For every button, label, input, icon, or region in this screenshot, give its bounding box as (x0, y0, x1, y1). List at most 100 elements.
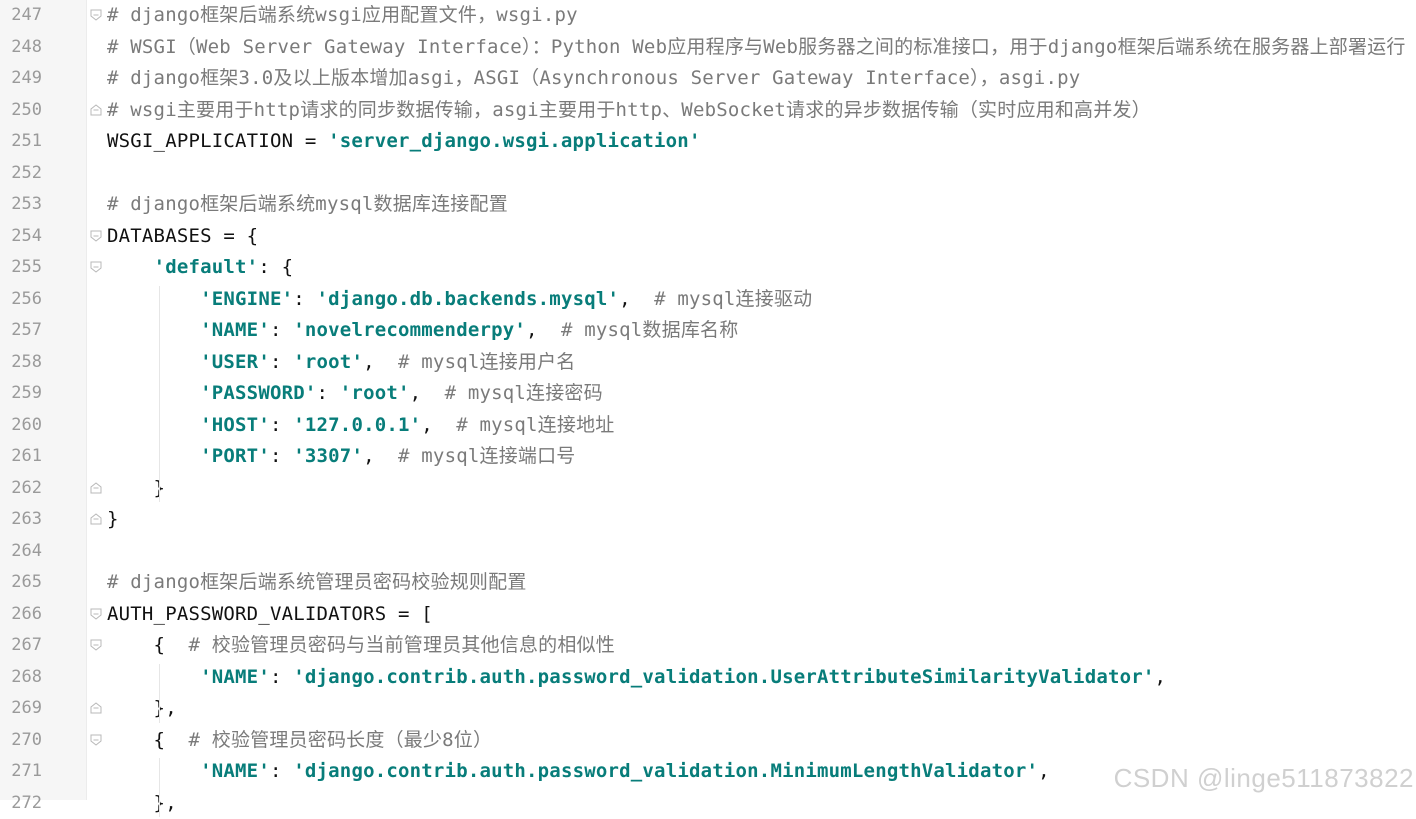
code-text[interactable]: # django框架后端系统wsgi应用配置文件，wsgi.py (107, 0, 578, 32)
code-line[interactable]: 259 'PASSWORD': 'root', # mysql连接密码 (0, 378, 1416, 410)
token-comment: # django框架后端系统mysql数据库连接配置 (107, 193, 508, 215)
code-text[interactable]: } (107, 473, 165, 505)
token-plain: , (363, 445, 398, 467)
code-text[interactable]: 'NAME': 'django.contrib.auth.password_va… (107, 662, 1166, 694)
token-comment: # mysql连接地址 (456, 414, 614, 436)
line-number: 268 (0, 662, 42, 694)
fold-open-icon[interactable] (90, 261, 102, 273)
code-text[interactable]: # django框架3.0及以上版本增加asgi，ASGI（Asynchrono… (107, 63, 1080, 95)
fold-open-icon[interactable] (90, 9, 102, 21)
code-text[interactable]: { # 校验管理员密码与当前管理员其他信息的相似性 (107, 630, 615, 662)
line-number: 247 (0, 0, 42, 32)
code-line[interactable]: 250# wsgi主要用于http请求的同步数据传输，asgi主要用于http、… (0, 95, 1416, 127)
code-line[interactable]: 261 'PORT': '3307', # mysql连接端口号 (0, 441, 1416, 473)
code-text[interactable]: 'NAME': 'novelrecommenderpy', # mysql数据库… (107, 315, 738, 347)
code-text[interactable]: WSGI_APPLICATION = 'server_django.wsgi.a… (107, 126, 701, 158)
code-text[interactable]: # django框架后端系统mysql数据库连接配置 (107, 189, 508, 221)
code-line[interactable]: 255 'default': { (0, 252, 1416, 284)
token-plain: : (270, 666, 293, 688)
token-comment: # 校验管理员密码长度（最少8位） (188, 729, 492, 751)
line-number: 253 (0, 189, 42, 221)
token-plain: , (1155, 666, 1167, 688)
token-comment: # django框架后端系统wsgi应用配置文件，wsgi.py (107, 4, 578, 26)
code-line[interactable]: 249# django框架3.0及以上版本增加asgi，ASGI（Asynchr… (0, 63, 1416, 95)
code-text[interactable]: { # 校验管理员密码长度（最少8位） (107, 725, 492, 757)
line-number: 252 (0, 158, 42, 190)
token-str: 'root' (340, 382, 410, 404)
code-line[interactable]: 247 # django框架后端系统wsgi应用配置文件，wsgi.py (0, 0, 1416, 32)
code-line[interactable]: 248 # WSGI（Web Server Gateway Interface）：… (0, 32, 1416, 64)
token-comment: # mysql连接用户名 (398, 351, 575, 373)
code-text[interactable]: DATABASES = { (107, 221, 258, 253)
token-comment: # django框架后端系统管理员密码校验规则配置 (107, 571, 527, 593)
token-plain: }, (107, 792, 177, 814)
token-plain: , (619, 288, 654, 310)
token-plain: : (317, 382, 340, 404)
fold-close-icon[interactable] (90, 104, 102, 116)
fold-open-icon[interactable] (90, 608, 102, 620)
line-number: 263 (0, 504, 42, 536)
token-plain: } (107, 477, 165, 499)
line-number: 265 (0, 567, 42, 599)
token-plain: : (270, 319, 293, 341)
line-number: 266 (0, 599, 42, 631)
token-key: 'PASSWORD' (200, 382, 316, 404)
token-plain (107, 256, 154, 278)
fold-close-icon[interactable] (90, 702, 102, 714)
code-line[interactable]: 270 { # 校验管理员密码长度（最少8位） (0, 725, 1416, 757)
fold-open-icon[interactable] (90, 230, 102, 242)
fold-close-icon[interactable] (90, 482, 102, 494)
code-line[interactable]: 258 'USER': 'root', # mysql连接用户名 (0, 347, 1416, 379)
code-text[interactable]: 'USER': 'root', # mysql连接用户名 (107, 347, 576, 379)
token-plain: , (410, 382, 445, 404)
code-line[interactable]: 267 { # 校验管理员密码与当前管理员其他信息的相似性 (0, 630, 1416, 662)
fold-open-icon[interactable] (90, 639, 102, 651)
line-number: 248 (0, 32, 42, 64)
code-text[interactable]: 'ENGINE': 'django.db.backends.mysql', # … (107, 284, 812, 316)
code-line[interactable]: 266 AUTH_PASSWORD_VALIDATORS = [ (0, 599, 1416, 631)
token-str: 'server_django.wsgi.application' (328, 130, 700, 152)
code-line[interactable]: 263} (0, 504, 1416, 536)
code-line[interactable]: 264 (0, 536, 1416, 568)
line-number: 251 (0, 126, 42, 158)
code-text[interactable]: # WSGI（Web Server Gateway Interface）：Pyt… (107, 32, 1406, 64)
code-line[interactable]: 268 'NAME': 'django.contrib.auth.passwor… (0, 662, 1416, 694)
code-text[interactable]: 'HOST': '127.0.0.1', # mysql连接地址 (107, 410, 614, 442)
code-area[interactable]: 247 # django框架后端系统wsgi应用配置文件，wsgi.py 248 # … (0, 0, 1416, 800)
code-line[interactable]: 253 # django框架后端系统mysql数据库连接配置 (0, 189, 1416, 221)
code-text[interactable]: }, (107, 693, 177, 725)
token-str: '127.0.0.1' (293, 414, 421, 436)
token-key: 'PORT' (200, 445, 270, 467)
code-text[interactable]: 'PORT': '3307', # mysql连接端口号 (107, 441, 576, 473)
line-number: 264 (0, 536, 42, 568)
token-comment: # mysql连接端口号 (398, 445, 575, 467)
code-text[interactable]: }, (107, 788, 177, 819)
token-key: 'HOST' (200, 414, 270, 436)
code-line[interactable]: 265 # django框架后端系统管理员密码校验规则配置 (0, 567, 1416, 599)
code-text[interactable]: } (107, 504, 119, 536)
line-number: 259 (0, 378, 42, 410)
code-editor[interactable]: 247 # django框架后端系统wsgi应用配置文件，wsgi.py 248 # … (0, 0, 1416, 800)
code-line[interactable]: 252 (0, 158, 1416, 190)
code-text[interactable]: 'NAME': 'django.contrib.auth.password_va… (107, 756, 1050, 788)
fold-open-icon[interactable] (90, 734, 102, 746)
token-str: '3307' (293, 445, 363, 467)
code-line[interactable]: 251 WSGI_APPLICATION = 'server_django.wsg… (0, 126, 1416, 158)
token-key: 'NAME' (200, 666, 270, 688)
code-text[interactable]: 'PASSWORD': 'root', # mysql连接密码 (107, 378, 603, 410)
code-line[interactable]: 262 } (0, 473, 1416, 505)
token-comment: # 校验管理员密码与当前管理员其他信息的相似性 (188, 634, 614, 656)
code-text[interactable]: AUTH_PASSWORD_VALIDATORS = [ (107, 599, 433, 631)
code-text[interactable]: 'default': { (107, 252, 293, 284)
code-text[interactable]: # wsgi主要用于http请求的同步数据传输，asgi主要用于http、Web… (107, 95, 1151, 127)
fold-close-icon[interactable] (90, 513, 102, 525)
code-line[interactable]: 254DATABASES = { (0, 221, 1416, 253)
code-text[interactable]: # django框架后端系统管理员密码校验规则配置 (107, 567, 527, 599)
code-line[interactable]: 256 'ENGINE': 'django.db.backends.mysql'… (0, 284, 1416, 316)
code-line[interactable]: 257 'NAME': 'novelrecommenderpy', # mysq… (0, 315, 1416, 347)
indent-guide (159, 664, 160, 723)
code-line[interactable]: 269 }, (0, 693, 1416, 725)
code-line[interactable]: 260 'HOST': '127.0.0.1', # mysql连接地址 (0, 410, 1416, 442)
token-comment: # wsgi主要用于http请求的同步数据传输，asgi主要用于http、Web… (107, 99, 1151, 121)
token-plain (107, 445, 200, 467)
